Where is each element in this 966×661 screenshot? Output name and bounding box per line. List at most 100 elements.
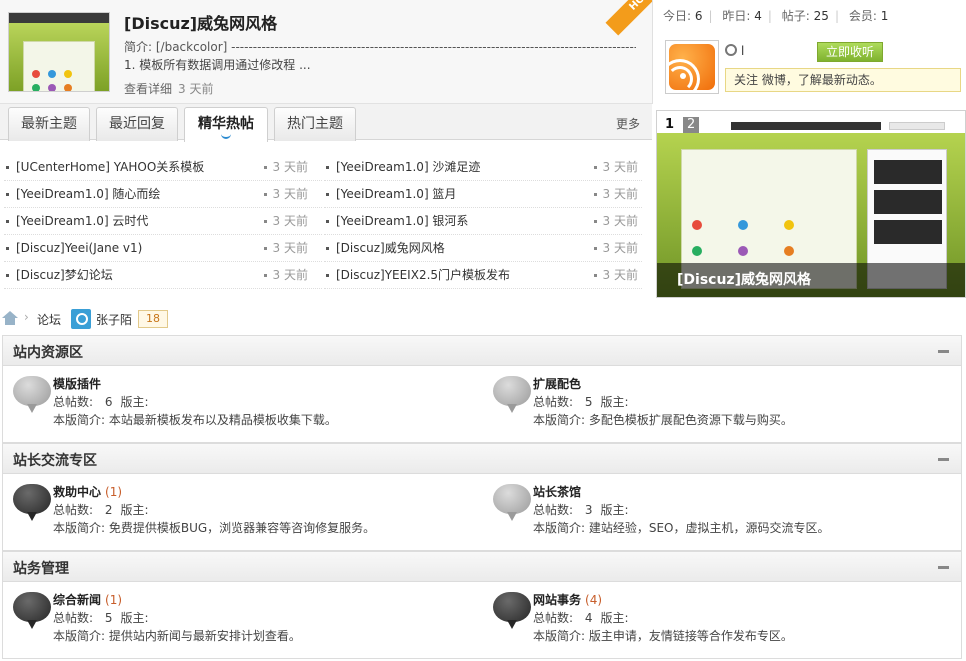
forum-description: 本版简介: 本站最新模板发布以及精品模板收集下载。 <box>53 413 337 427</box>
group-header: 站长交流专区 <box>3 444 961 474</box>
slide-caption[interactable]: [Discuz]威兔网风格 <box>657 263 965 297</box>
new-post-count: (1) <box>105 593 123 607</box>
weibo-icon <box>725 44 737 56</box>
slide-indicator-current[interactable]: 1 <box>661 117 679 133</box>
posts-count: 5 <box>584 395 593 409</box>
forum-description: 本版简介: 建站经验，SEO，虚拟主机，源码交流专区。 <box>533 521 830 535</box>
forum-group: 站长交流专区 救助中心 (1) 总帖数: 2 版主: 本版简介: 免费提供模板BUG… <box>2 443 962 551</box>
forum-name[interactable]: 模版插件 <box>53 377 101 391</box>
new-post-count: (1) <box>105 485 123 499</box>
forum-description: 本版简介: 免费提供模板BUG，浏览器兼容等咨询修复服务。 <box>53 521 376 535</box>
featured-thread: [Discuz]威兔网风格 简介: [/backcolor] ---------… <box>0 0 652 104</box>
moderator-label: 版主: <box>600 611 629 625</box>
posts-count-label: 总帖数: <box>53 395 94 409</box>
thread-column-right: [YeeiDream1.0] 沙滩足迹 3 天前 [YeeiDream1.0] 篮… <box>324 154 642 289</box>
forum-bubble-icon <box>493 592 531 629</box>
forum-group: 站务管理 综合新闻 (1) 总帖数: 5 版主: 本版简介: 提供站内新闻与最新安排… <box>2 551 962 659</box>
forum-bubble-icon <box>13 484 51 521</box>
breadcrumb-forum[interactable]: 论坛 <box>37 311 61 328</box>
more-link[interactable]: 更多 <box>616 115 640 132</box>
yesterday-label: 昨日: <box>722 9 751 23</box>
group-title[interactable]: 站长交流专区 <box>13 450 97 470</box>
posts-count: 4 <box>584 611 593 625</box>
featured-thumbnail[interactable] <box>8 12 110 92</box>
moderator-label: 版主: <box>600 503 629 517</box>
posts-count-label: 总帖数: <box>53 611 94 625</box>
posts-count: 3 <box>584 503 593 517</box>
posts-count: 6 <box>104 395 113 409</box>
tab-latest[interactable]: 最新主题 <box>8 107 90 141</box>
notification-badge[interactable]: 18 <box>138 310 168 328</box>
thread-subject[interactable]: [YeeiDream1.0] 随心而绘 <box>16 181 160 207</box>
forum-name[interactable]: 网站事务 <box>533 593 581 607</box>
thread-row: [Discuz]Yeei(Jane v1) 3 天前 <box>4 235 322 262</box>
forum-name[interactable]: 救助中心 <box>53 485 101 499</box>
forum-item: 扩展配色 总帖数: 5 版主: 本版简介: 多配色模板扩展配色资源下载与购买。 <box>483 366 943 442</box>
forum-name[interactable]: 站长茶馆 <box>533 485 581 499</box>
thread-tabs: 最新主题 最近回复 精华热帖 热门主题 更多 <box>0 104 652 142</box>
posts-count-label: 总帖数: <box>533 611 574 625</box>
rss-icon[interactable] <box>660 40 719 99</box>
posts-count-label: 总帖数: <box>53 503 94 517</box>
moderator-label: 版主: <box>600 395 629 409</box>
hot-badge-label: HOT <box>605 0 652 36</box>
posts-value: 25 <box>813 9 829 23</box>
thread-row: [UCenterHome] YAHOO关系模板 3 天前 <box>4 154 322 181</box>
moderator-label: 版主: <box>120 395 149 409</box>
thread-subject[interactable]: [Discuz]威兔网风格 <box>336 235 445 261</box>
tab-recent-replies[interactable]: 最近回复 <box>96 107 178 141</box>
breadcrumb-user[interactable]: 张子陌 <box>96 311 132 328</box>
posts-count: 5 <box>104 611 113 625</box>
thread-subject[interactable]: [Discuz]Yeei(Jane v1) <box>16 235 142 261</box>
forum-bubble-icon <box>13 376 51 413</box>
group-title[interactable]: 站务管理 <box>13 558 69 578</box>
forum-name[interactable]: 扩展配色 <box>533 377 581 391</box>
thread-time: 3 天前 <box>264 154 308 180</box>
featured-time: 3 天前 <box>178 82 214 96</box>
collapse-icon[interactable] <box>938 350 949 353</box>
thread-time: 3 天前 <box>594 154 638 180</box>
thread-subject[interactable]: [UCenterHome] YAHOO关系模板 <box>16 154 204 180</box>
tab-digest[interactable]: 精华热帖 <box>184 107 268 142</box>
posts-count-label: 总帖数: <box>533 395 574 409</box>
thread-subject[interactable]: [YeeiDream1.0] 银河系 <box>336 208 468 234</box>
thread-time: 3 天前 <box>264 235 308 261</box>
thread-subject[interactable]: [YeeiDream1.0] 云时代 <box>16 208 148 234</box>
thread-subject[interactable]: [YeeiDream1.0] 篮月 <box>336 181 456 207</box>
featured-title[interactable]: [Discuz]威兔网风格 <box>124 10 277 34</box>
group-header: 站务管理 <box>3 552 961 582</box>
thread-row: [Discuz]YEEIX2.5门户模板发布 3 天前 <box>324 262 642 289</box>
thread-row: [Discuz]威兔网风格 3 天前 <box>324 235 642 262</box>
forum-description: 本版简介: 提供站内新闻与最新安排计划查看。 <box>53 629 301 643</box>
collapse-icon[interactable] <box>938 458 949 461</box>
hot-badge: HOT <box>604 0 652 48</box>
thread-time: 3 天前 <box>594 208 638 234</box>
thread-time: 3 天前 <box>264 262 308 288</box>
collapse-icon[interactable] <box>938 566 949 569</box>
user-icon <box>71 309 91 329</box>
view-details-link[interactable]: 查看详细 <box>124 82 172 96</box>
tab-hot[interactable]: 热门主题 <box>274 107 356 141</box>
thread-row: [YeeiDream1.0] 篮月 3 天前 <box>324 181 642 208</box>
weibo-name[interactable]: l <box>741 44 744 58</box>
slideshow[interactable]: 1 2 [Discuz]威兔网风格 <box>656 110 966 298</box>
forum-item: 综合新闻 (1) 总帖数: 5 版主: 本版简介: 提供站内新闻与最新安排计划查看。 <box>3 582 463 658</box>
thread-subject[interactable]: [Discuz]梦幻论坛 <box>16 262 113 288</box>
forum-item: 网站事务 (4) 总帖数: 4 版主: 本版简介: 版主申请，友情链接等合作发布专区… <box>483 582 943 658</box>
thread-subject[interactable]: [YeeiDream1.0] 沙滩足迹 <box>336 154 480 180</box>
new-post-count: (4) <box>585 593 603 607</box>
top-section: [Discuz]威兔网风格 简介: [/backcolor] ---------… <box>0 0 966 104</box>
group-title[interactable]: 站内资源区 <box>13 342 83 362</box>
weibo-tip: 关注 微博，了解最新动态。 <box>725 68 961 92</box>
forum-bubble-icon <box>493 484 531 521</box>
forum-item: 站长茶馆 总帖数: 3 版主: 本版简介: 建站经验，SEO，虚拟主机，源码交流专… <box>483 474 943 550</box>
forum-name[interactable]: 综合新闻 <box>53 593 101 607</box>
moderator-label: 版主: <box>120 503 149 517</box>
home-icon[interactable] <box>2 311 18 325</box>
slide-indicator-next[interactable]: 2 <box>683 117 700 133</box>
thread-row: [YeeiDream1.0] 银河系 3 天前 <box>324 208 642 235</box>
follow-button[interactable]: 立即收听 <box>817 42 883 62</box>
forum-group: 站内资源区 模版插件 总帖数: 6 版主: 本版简介: 本站最新模板发布以及精品模… <box>2 335 962 443</box>
thread-time: 3 天前 <box>264 181 308 207</box>
thread-subject[interactable]: [Discuz]YEEIX2.5门户模板发布 <box>336 262 510 288</box>
